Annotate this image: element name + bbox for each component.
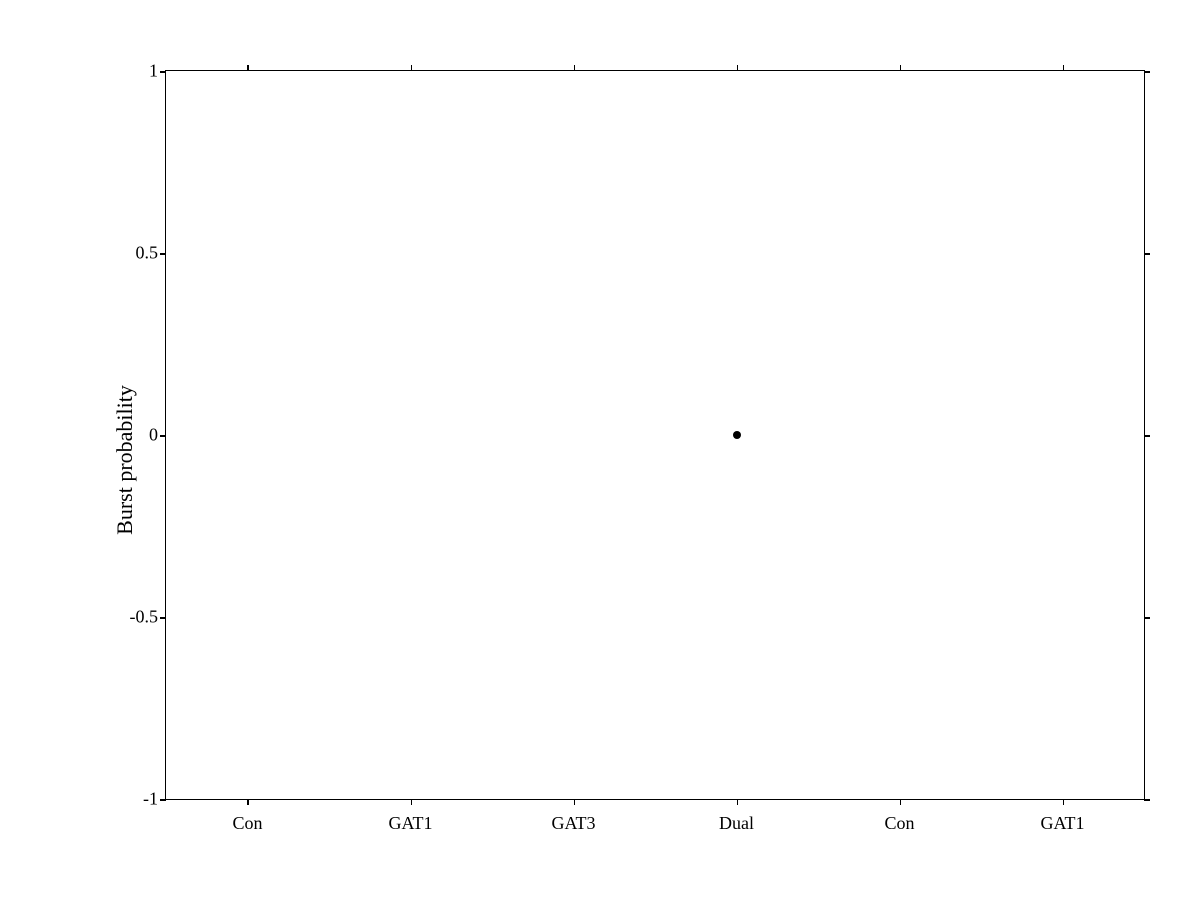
- y-tick-mark-n05: [160, 617, 166, 619]
- data-point-dual: [733, 431, 741, 439]
- y-tick-mark-r-n1: [1144, 799, 1150, 801]
- y-tick-mark-r-n05: [1144, 617, 1150, 619]
- x-label-0: Con: [232, 813, 262, 834]
- chart-wrapper: Burst probability 1 0.5 0 -0.5 -1: [105, 50, 1155, 870]
- x-label-4: Con: [884, 813, 914, 834]
- y-tick-label-n1: -1: [143, 789, 158, 810]
- y-tick-label-1: 1: [149, 61, 158, 82]
- y-tick-label-0: 0: [149, 425, 158, 446]
- y-tick-mark-r-0: [1144, 435, 1150, 437]
- x-label-1: GAT1: [389, 813, 433, 834]
- y-tick-mark-05: [160, 253, 166, 255]
- x-tick-top-3: [737, 65, 739, 71]
- x-label-2: GAT3: [552, 813, 596, 834]
- x-tick-4: [900, 799, 902, 805]
- y-tick-mark-1: [160, 71, 166, 73]
- chart-container: Burst probability 1 0.5 0 -0.5 -1: [0, 0, 1200, 900]
- y-tick-mark-r-1: [1144, 71, 1150, 73]
- x-tick-top-5: [1063, 65, 1065, 71]
- x-tick-top-0: [247, 65, 249, 71]
- x-tick-5: [1063, 799, 1065, 805]
- x-tick-0: [247, 799, 249, 805]
- y-axis-label: Burst probability: [112, 385, 138, 535]
- y-tick-mark-n1: [160, 799, 166, 801]
- x-tick-top-2: [574, 65, 576, 71]
- y-tick-mark-r-05: [1144, 253, 1150, 255]
- x-tick-2: [574, 799, 576, 805]
- x-label-3: Dual: [719, 813, 754, 834]
- x-label-5: GAT1: [1041, 813, 1085, 834]
- plot-area: 1 0.5 0 -0.5 -1 Con: [165, 70, 1145, 800]
- x-tick-3: [737, 799, 739, 805]
- x-tick-1: [411, 799, 413, 805]
- y-tick-mark-0: [160, 435, 166, 437]
- y-tick-label-n05: -0.5: [130, 607, 159, 628]
- y-tick-label-05: 0.5: [136, 243, 159, 264]
- x-tick-top-1: [411, 65, 413, 71]
- x-tick-top-4: [900, 65, 902, 71]
